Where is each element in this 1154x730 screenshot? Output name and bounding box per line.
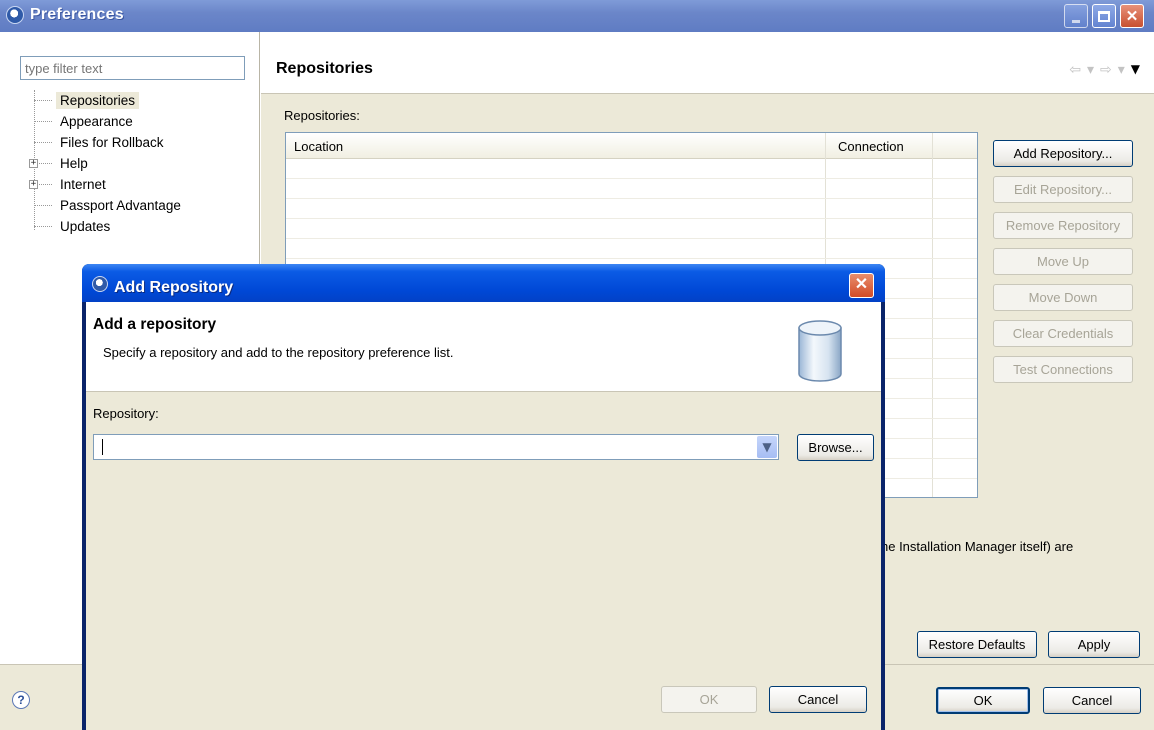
chevron-down-icon[interactable]: ▾ bbox=[1118, 62, 1125, 78]
dialog-cancel-button[interactable]: Cancel bbox=[769, 686, 867, 713]
add-repository-button[interactable]: Add Repository... bbox=[993, 140, 1133, 167]
forward-arrow-icon[interactable]: ⇨ bbox=[1100, 62, 1112, 78]
window-title: Preferences bbox=[30, 6, 124, 23]
dialog-title-bar[interactable]: Add Repository ✕ bbox=[82, 264, 885, 302]
repository-cylinder-icon bbox=[798, 320, 842, 382]
app-icon bbox=[92, 276, 108, 292]
move-down-button[interactable]: Move Down bbox=[993, 284, 1133, 311]
expand-icon[interactable]: + bbox=[29, 180, 38, 189]
cancel-button[interactable]: Cancel bbox=[1043, 687, 1141, 714]
minimize-button[interactable] bbox=[1064, 4, 1088, 28]
tree-item-internet[interactable]: + Internet bbox=[26, 174, 185, 195]
test-connections-button[interactable]: Test Connections bbox=[993, 356, 1133, 383]
maximize-button[interactable] bbox=[1092, 4, 1116, 28]
add-repository-dialog: Add Repository ✕ Add a repository Specif… bbox=[82, 264, 885, 730]
edit-repository-button[interactable]: Edit Repository... bbox=[993, 176, 1133, 203]
move-up-button[interactable]: Move Up bbox=[993, 248, 1133, 275]
preferences-tree: Repositories Appearance Files for Rollba… bbox=[26, 90, 185, 237]
table-row[interactable] bbox=[286, 179, 977, 199]
tree-item-passport-advantage[interactable]: Passport Advantage bbox=[26, 195, 185, 216]
preferences-title-bar[interactable]: Preferences ✕ bbox=[0, 0, 1154, 32]
maximize-icon bbox=[1098, 10, 1110, 22]
apply-button[interactable]: Apply bbox=[1048, 631, 1140, 658]
table-header: Location Connection bbox=[286, 133, 977, 159]
repository-field-label: Repository: bbox=[93, 406, 159, 421]
page-title: Repositories bbox=[276, 60, 373, 77]
chevron-down-icon[interactable]: ▼ bbox=[757, 436, 777, 458]
table-row[interactable] bbox=[286, 239, 977, 259]
close-button[interactable]: ✕ bbox=[1120, 4, 1144, 28]
app-icon bbox=[6, 6, 24, 24]
repository-combo[interactable]: ▼ bbox=[93, 434, 779, 460]
table-row[interactable] bbox=[286, 199, 977, 219]
table-row[interactable] bbox=[286, 159, 977, 179]
back-arrow-icon[interactable]: ⇦ bbox=[1069, 62, 1081, 78]
tree-item-appearance[interactable]: Appearance bbox=[26, 111, 185, 132]
help-icon[interactable]: ? bbox=[12, 691, 30, 709]
dialog-ok-button[interactable]: OK bbox=[661, 686, 757, 713]
info-text: he Installation Manager itself) are bbox=[881, 539, 1074, 554]
text-cursor bbox=[102, 439, 103, 455]
dialog-banner: Add a repository Specify a repository an… bbox=[86, 302, 881, 392]
clear-credentials-button[interactable]: Clear Credentials bbox=[993, 320, 1133, 347]
remove-repository-button[interactable]: Remove Repository bbox=[993, 212, 1133, 239]
tree-item-files-for-rollback[interactable]: Files for Rollback bbox=[26, 132, 185, 153]
dialog-title: Add Repository bbox=[114, 279, 234, 296]
dialog-description: Specify a repository and add to the repo… bbox=[103, 345, 454, 360]
filter-input[interactable] bbox=[20, 56, 245, 80]
tree-item-help[interactable]: + Help bbox=[26, 153, 185, 174]
expand-icon[interactable]: + bbox=[29, 159, 38, 168]
ok-button[interactable]: OK bbox=[936, 687, 1030, 714]
dialog-heading: Add a repository bbox=[93, 316, 217, 333]
page-navigation: ⇦ ▾ ⇨ ▾ ▼ bbox=[1069, 62, 1140, 78]
page-header: Repositories ⇦ ▾ ⇨ ▾ ▼ bbox=[261, 32, 1154, 94]
column-location[interactable]: Location bbox=[294, 139, 343, 154]
tree-item-repositories[interactable]: Repositories bbox=[26, 90, 185, 111]
dialog-body: Add a repository Specify a repository an… bbox=[86, 302, 881, 730]
close-icon: ✕ bbox=[1125, 8, 1139, 25]
browse-button[interactable]: Browse... bbox=[797, 434, 874, 461]
minimize-icon bbox=[1072, 19, 1080, 23]
repositories-label: Repositories: bbox=[284, 108, 360, 123]
view-menu-icon[interactable]: ▼ bbox=[1131, 62, 1140, 78]
tree-item-updates[interactable]: Updates bbox=[26, 216, 185, 237]
table-row[interactable] bbox=[286, 219, 977, 239]
dialog-close-button[interactable]: ✕ bbox=[849, 273, 874, 298]
restore-defaults-button[interactable]: Restore Defaults bbox=[917, 631, 1037, 658]
close-icon: ✕ bbox=[854, 276, 869, 293]
chevron-down-icon[interactable]: ▾ bbox=[1087, 62, 1094, 78]
column-connection[interactable]: Connection bbox=[838, 139, 904, 154]
